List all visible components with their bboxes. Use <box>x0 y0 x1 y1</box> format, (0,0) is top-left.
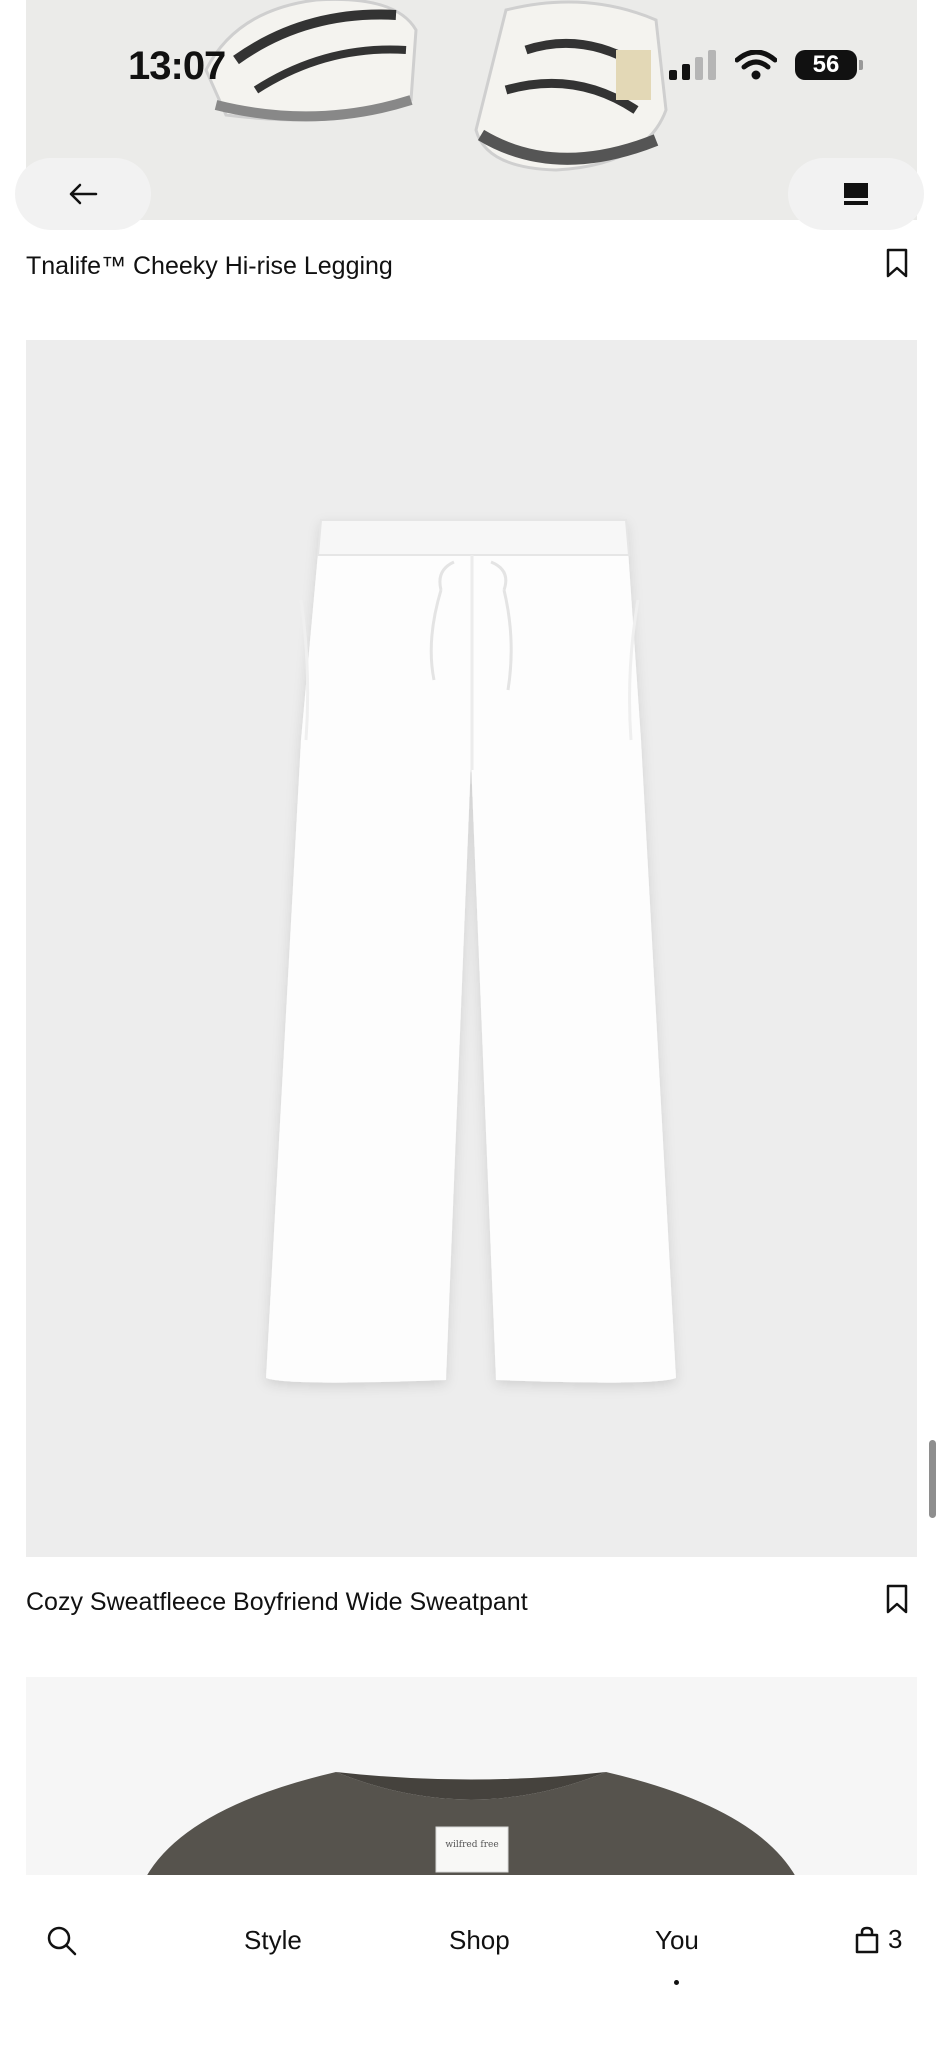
active-indicator-dot <box>674 1980 679 1985</box>
product-title[interactable]: Tnalife™ Cheeky Hi-rise Legging <box>26 252 393 281</box>
nav-item-style[interactable]: Style <box>244 1925 302 1956</box>
status-icons: 56 <box>669 50 863 80</box>
product-image-leggings[interactable] <box>26 0 917 220</box>
view-toggle-button[interactable] <box>788 158 924 230</box>
bottom-nav <box>0 1875 943 2048</box>
nav-item-you[interactable]: You <box>655 1925 699 1956</box>
cart-count: 3 <box>888 1924 903 1954</box>
search-icon[interactable] <box>47 1926 77 1956</box>
scrollbar[interactable] <box>929 1440 936 1518</box>
nav-item-shop[interactable]: Shop <box>449 1925 510 1956</box>
battery-indicator: 56 <box>795 50 863 80</box>
product-image-sweatpant[interactable] <box>26 340 917 1557</box>
wifi-icon <box>735 50 777 80</box>
rectangle-view-icon <box>844 183 868 205</box>
product-title[interactable]: Cozy Sweatfleece Boyfriend Wide Sweatpan… <box>26 1588 528 1617</box>
sneaker-image-left <box>204 0 418 122</box>
arrow-left-icon <box>69 183 98 205</box>
back-button[interactable] <box>15 158 151 230</box>
sweatpant-image <box>266 519 676 1383</box>
bookmark-icon[interactable] <box>884 248 910 278</box>
shopping-bag-icon <box>855 1926 879 1953</box>
cart-button[interactable]: 3 <box>854 1924 902 1955</box>
garment-label-text: wilfred free <box>445 1840 499 1850</box>
sneaker-image-right <box>474 0 668 172</box>
cellular-signal-icon <box>669 50 716 80</box>
bookmark-icon[interactable] <box>884 1584 910 1614</box>
status-time: 13:07 <box>128 44 226 88</box>
product-image-top[interactable]: wilfred free <box>26 1677 917 1877</box>
